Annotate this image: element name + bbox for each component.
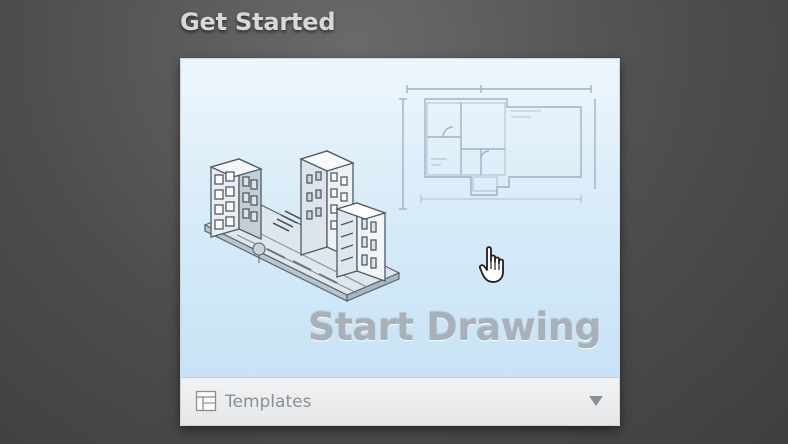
start-drawing-label: Start Drawing: [307, 305, 602, 349]
start-drawing-button[interactable]: Start Drawing: [181, 59, 619, 377]
start-drawing-card[interactable]: Start Drawing Templates: [180, 58, 620, 426]
hand-pointer-icon: [479, 246, 504, 283]
template-icon: [195, 390, 217, 412]
section-title: Get Started: [180, 8, 336, 36]
templates-label: Templates: [225, 392, 312, 412]
templates-dropdown[interactable]: Templates: [181, 377, 619, 425]
triangle-down-icon[interactable]: [587, 394, 605, 408]
